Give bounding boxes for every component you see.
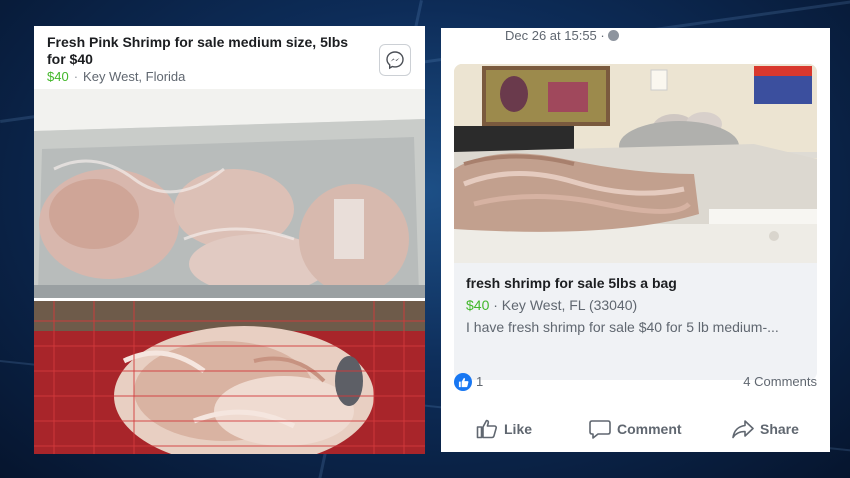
share-label: Share (760, 421, 799, 437)
like-label: Like (504, 421, 533, 437)
listing-price: $40 (47, 69, 69, 84)
reactions-bar: 1 4 Comments (454, 373, 817, 393)
like-reaction-icon[interactable] (454, 373, 472, 391)
marketplace-post-left[interactable]: Fresh Pink Shrimp for sale medium size, … (34, 26, 425, 454)
post-actions: Like Comment Share (454, 416, 817, 442)
share-button[interactable]: Share (732, 416, 799, 442)
separator: · (73, 69, 79, 84)
share-icon (732, 420, 754, 439)
listing-meta: $40 · Key West, FL (33040) (466, 297, 637, 313)
comments-count[interactable]: 4 Comments (743, 374, 817, 389)
listing-title[interactable]: fresh shrimp for sale 5lbs a bag (466, 275, 677, 291)
kitchen-shrimp-image (454, 64, 817, 263)
listing-photo-net-bag[interactable] (34, 301, 425, 454)
facebook-post-right[interactable]: Dec 26 at 15:55 · fresh shrimp for sale … (441, 28, 830, 452)
message-seller-button[interactable] (379, 44, 411, 76)
net-bag-shrimp-image (34, 301, 425, 454)
post-timestamp[interactable]: Dec 26 at 15:55 · (505, 28, 620, 43)
marketplace-listing-card[interactable]: fresh shrimp for sale 5lbs a bag $40 · K… (454, 64, 817, 380)
freezer-shrimp-image (34, 89, 425, 298)
listing-title[interactable]: Fresh Pink Shrimp for sale medium size, … (47, 34, 367, 68)
like-count[interactable]: 1 (476, 374, 483, 389)
post-header: Fresh Pink Shrimp for sale medium size, … (34, 26, 425, 89)
post-date: Dec 26 at 15:55 · (505, 28, 605, 43)
listing-photo-freezer[interactable] (34, 89, 425, 298)
like-icon (476, 419, 498, 439)
listing-meta: $40 · Key West, Florida (47, 69, 185, 84)
listing-details: fresh shrimp for sale 5lbs a bag $40 · K… (454, 263, 817, 380)
listing-description: I have fresh shrimp for sale $40 for 5 l… (466, 319, 779, 335)
like-button[interactable]: Like (476, 416, 532, 442)
messenger-icon (386, 51, 404, 70)
comment-icon (589, 420, 611, 439)
comment-button[interactable]: Comment (589, 416, 682, 442)
listing-photo-kitchen[interactable] (454, 64, 817, 263)
listing-location: · Key West, FL (33040) (493, 297, 638, 313)
globe-icon (608, 30, 620, 41)
listing-location: Key West, Florida (83, 69, 186, 84)
comment-label: Comment (617, 421, 682, 437)
listing-price: $40 (466, 297, 490, 313)
thumbs-up-icon (458, 377, 468, 387)
